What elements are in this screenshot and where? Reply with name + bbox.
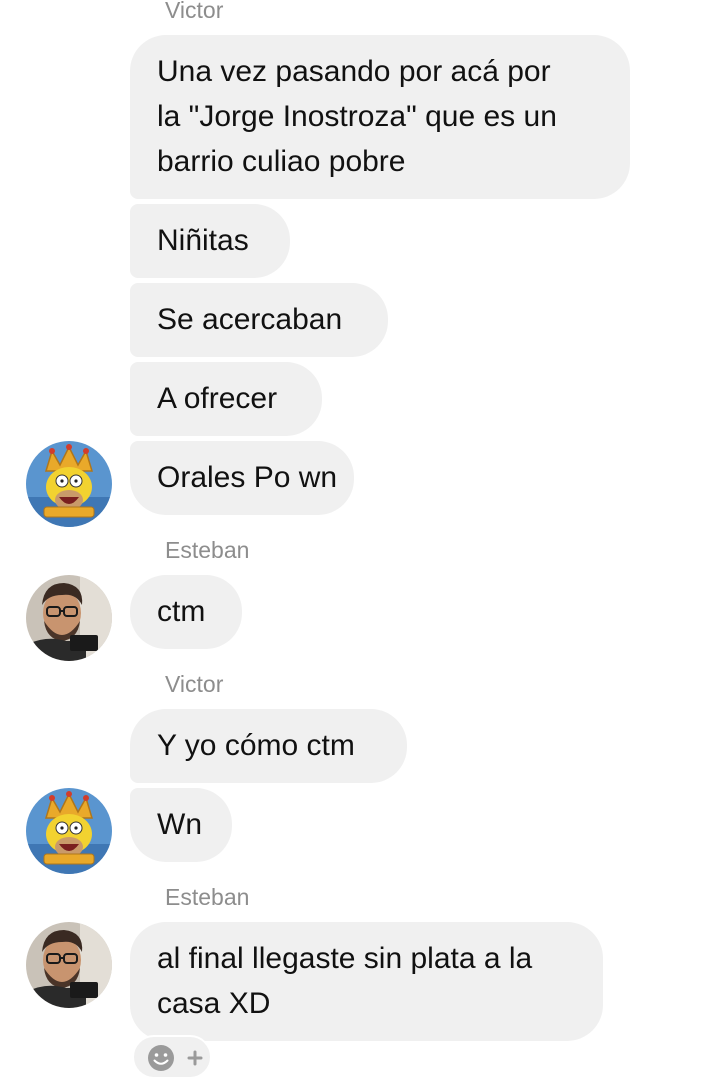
message-bubble[interactable]: Niñitas bbox=[130, 204, 290, 278]
man-with-glasses-avatar-image bbox=[26, 922, 112, 1008]
message-bubble[interactable]: Se acercaban bbox=[130, 283, 388, 357]
message-line: Una vez pasando por acá por bbox=[157, 55, 551, 88]
message-bubble[interactable]: Una vez pasando por acá por la "Jorge In… bbox=[130, 35, 630, 199]
sender-name-esteban: Esteban bbox=[165, 537, 250, 563]
smiley-face-icon bbox=[148, 1045, 174, 1071]
victor-avatar[interactable] bbox=[26, 788, 112, 874]
plus-icon bbox=[187, 1050, 203, 1066]
message-line: casa XD bbox=[157, 987, 271, 1020]
message-bubble[interactable]: al final llegaste sin plata a la casa XD bbox=[130, 922, 603, 1041]
sender-name-victor: Victor bbox=[165, 671, 224, 697]
message-line: al final llegaste sin plata a la bbox=[157, 942, 533, 975]
sender-name-esteban: Esteban bbox=[165, 884, 250, 910]
message-bubble[interactable]: A ofrecer bbox=[130, 362, 322, 436]
homer-king-avatar-image bbox=[26, 441, 112, 527]
sender-name-victor: Victor bbox=[165, 0, 224, 23]
message-line: Se acercaban bbox=[157, 303, 343, 336]
victor-avatar[interactable] bbox=[26, 441, 112, 527]
message-line: Orales Po wn bbox=[157, 461, 338, 494]
message-bubble[interactable]: Orales Po wn bbox=[130, 441, 354, 515]
message-bubble[interactable]: ctm bbox=[130, 575, 242, 649]
message-line: Wn bbox=[157, 808, 202, 841]
message-line: Niñitas bbox=[157, 224, 249, 257]
message-bubble[interactable]: Y yo cómo ctm bbox=[130, 709, 407, 783]
message-line: la "Jorge Inostroza" que es un bbox=[157, 100, 557, 133]
message-line: A ofrecer bbox=[157, 382, 278, 415]
message-line: Y yo cómo ctm bbox=[157, 729, 355, 762]
message-line: barrio culiao pobre bbox=[157, 145, 406, 178]
esteban-avatar[interactable] bbox=[26, 922, 112, 1008]
message-bubble[interactable]: Wn bbox=[130, 788, 232, 862]
message-line: ctm bbox=[157, 595, 206, 628]
esteban-avatar[interactable] bbox=[26, 575, 112, 661]
homer-king-avatar-image bbox=[26, 788, 112, 874]
man-with-glasses-avatar-image bbox=[26, 575, 112, 661]
add-reaction-button[interactable] bbox=[132, 1035, 212, 1079]
reaction-icons bbox=[148, 1045, 203, 1071]
